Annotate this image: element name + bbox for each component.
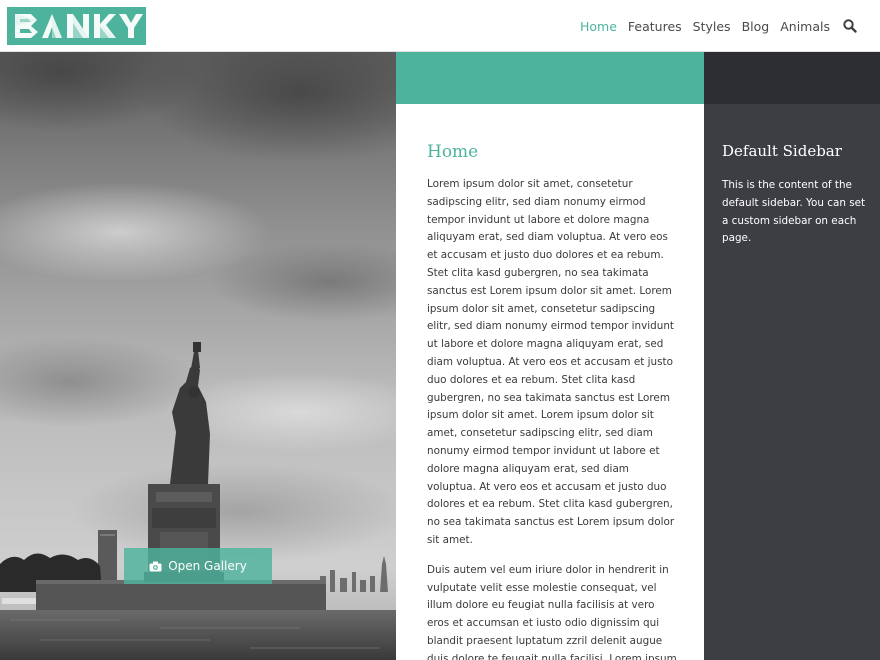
site-logo[interactable] <box>7 7 146 45</box>
logo-geometric-lettering <box>15 14 143 38</box>
nav-home[interactable]: Home <box>580 19 617 34</box>
sidebar-title: Default Sidebar <box>722 142 842 160</box>
hero-image: Open Gallery <box>0 52 396 660</box>
sidebar: Default Sidebar This is the content of t… <box>704 52 880 660</box>
site-header: Home Features Styles Blog Animals <box>0 0 880 52</box>
open-gallery-button[interactable]: Open Gallery <box>124 548 272 584</box>
main-content: Home Lorem ipsum dolor sit amet, consete… <box>396 52 704 660</box>
nav-animals[interactable]: Animals <box>780 19 830 34</box>
open-gallery-label: Open Gallery <box>168 559 247 573</box>
main-accent-band <box>396 52 704 104</box>
sidebar-widget: Default Sidebar This is the content of t… <box>704 104 880 248</box>
main-article: Home Lorem ipsum dolor sit amet, consete… <box>396 104 704 660</box>
sidebar-text: This is the content of the default sideb… <box>722 179 866 245</box>
body-paragraph: Lorem ipsum dolor sit amet, consetetur s… <box>427 178 675 546</box>
nav-blog[interactable]: Blog <box>742 19 770 34</box>
page-title: Home <box>427 142 479 162</box>
body-paragraph: Duis autem vel eum iriure dolor in hendr… <box>427 563 677 660</box>
nav-styles[interactable]: Styles <box>693 19 731 34</box>
sidebar-band <box>704 52 880 104</box>
nav-features[interactable]: Features <box>628 19 682 34</box>
main-navigation: Home Features Styles Blog Animals <box>580 0 858 52</box>
camera-icon <box>149 561 162 572</box>
search-icon[interactable] <box>842 18 858 34</box>
